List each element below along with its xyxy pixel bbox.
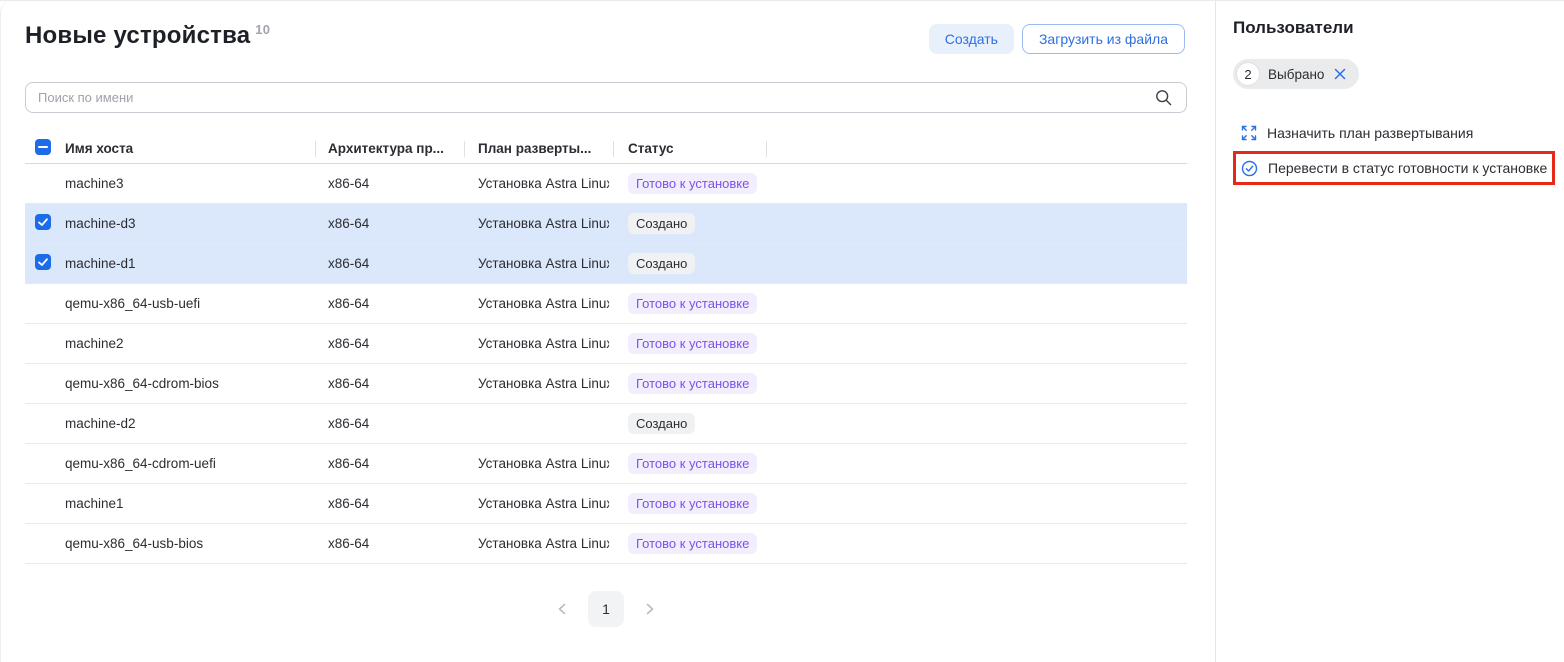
deployment-plan-value: Установка Astra Linux: [478, 336, 609, 351]
action-set-ready-status[interactable]: Перевести в статус готовности к установк…: [1236, 156, 1547, 180]
header-buttons: Создать Загрузить из файла: [929, 24, 1185, 54]
upload-from-file-button[interactable]: Загрузить из файла: [1022, 24, 1185, 54]
device-count-badge: 10: [255, 22, 270, 37]
sidebar-title: Пользователи: [1233, 18, 1564, 38]
status-badge: Готово к установке: [628, 493, 757, 514]
action-label: Перевести в статус готовности к установк…: [1268, 160, 1547, 176]
page-header: Новые устройства 10 Создать Загрузить из …: [25, 22, 1185, 54]
table-row[interactable]: machine1 x86-64 Установка Astra Linux Го…: [25, 483, 1187, 523]
host-name: qemu-x86_64-cdrom-bios: [65, 376, 219, 391]
host-name: qemu-x86_64-usb-uefi: [65, 296, 200, 311]
status-badge: Готово к установке: [628, 293, 757, 314]
search-icon: [1155, 89, 1172, 106]
selected-label: Выбрано: [1268, 67, 1324, 82]
chevron-right-icon: [641, 601, 657, 617]
deployment-plan-value: Установка Astra Linux: [478, 296, 609, 311]
create-button[interactable]: Создать: [929, 24, 1014, 54]
host-name: machine1: [65, 496, 124, 511]
architecture-value: x86-64: [315, 163, 464, 203]
deployment-plan-value: Установка Astra Linux: [478, 496, 609, 511]
row-checkbox[interactable]: [35, 214, 51, 230]
row-checkbox[interactable]: [35, 254, 51, 270]
status-badge: Создано: [628, 253, 695, 274]
deployment-plan-value: Установка Astra Linux: [478, 536, 609, 551]
checkmark-icon: [35, 254, 51, 270]
action-label: Назначить план развертывания: [1267, 125, 1473, 141]
host-name: machine3: [65, 176, 124, 191]
status-badge: Готово к установке: [628, 533, 757, 554]
column-header-hostname[interactable]: Имя хоста: [65, 135, 315, 163]
users-sidebar: Пользователи 2 Выбрано Назначить план ра…: [1216, 1, 1564, 662]
column-header-deployment-plan[interactable]: План разверты...: [464, 135, 613, 163]
selected-chip[interactable]: 2 Выбрано: [1233, 59, 1359, 89]
annotation-highlight: Перевести в статус готовности к установк…: [1233, 151, 1555, 185]
architecture-value: x86-64: [315, 203, 464, 243]
status-badge: Создано: [628, 213, 695, 234]
status-badge: Готово к установке: [628, 373, 757, 394]
architecture-value: x86-64: [315, 523, 464, 563]
architecture-value: x86-64: [315, 323, 464, 363]
host-name: machine-d2: [65, 416, 136, 431]
chevron-left-icon: [555, 601, 571, 617]
checkmark-icon: [35, 214, 51, 230]
table-row[interactable]: qemu-x86_64-cdrom-uefi x86-64 Установка …: [25, 443, 1187, 483]
devices-table: Имя хоста Архитектура пр... План разверт…: [25, 135, 1187, 564]
architecture-value: x86-64: [315, 283, 464, 323]
devices-panel: Новые устройства 10 Создать Загрузить из …: [0, 1, 1216, 662]
table-row[interactable]: qemu-x86_64-usb-uefi x86-64 Установка As…: [25, 283, 1187, 323]
status-badge: Готово к установке: [628, 453, 757, 474]
architecture-value: x86-64: [315, 403, 464, 443]
table-row[interactable]: qemu-x86_64-usb-bios x86-64 Установка As…: [25, 523, 1187, 563]
prev-page-button[interactable]: [551, 597, 575, 621]
action-assign-deployment-plan[interactable]: Назначить план развертывания: [1233, 121, 1564, 145]
deployment-plan-value: Установка Astra Linux: [478, 256, 609, 271]
host-name: machine-d1: [65, 256, 136, 271]
deployment-plan-value: Установка Astra Linux: [478, 376, 609, 391]
check-circle-icon: [1241, 160, 1258, 177]
search-bar: [25, 82, 1185, 113]
search-input[interactable]: [25, 82, 1187, 113]
table-row[interactable]: machine2 x86-64 Установка Astra Linux Го…: [25, 323, 1187, 363]
next-page-button[interactable]: [637, 597, 661, 621]
page-number-button[interactable]: 1: [588, 591, 624, 627]
table-row[interactable]: qemu-x86_64-cdrom-bios x86-64 Установка …: [25, 363, 1187, 403]
architecture-value: x86-64: [315, 483, 464, 523]
deployment-plan-value: Установка Astra Linux: [478, 216, 609, 231]
column-header-architecture[interactable]: Архитектура пр...: [315, 135, 464, 163]
close-icon[interactable]: [1333, 67, 1347, 81]
selected-count: 2: [1237, 63, 1259, 85]
expand-arrows-icon: [1241, 125, 1257, 141]
page-title-text: Новые устройства: [25, 22, 250, 49]
select-all-checkbox[interactable]: [35, 139, 51, 155]
architecture-value: x86-64: [315, 443, 464, 483]
architecture-value: x86-64: [315, 243, 464, 283]
deployment-plan-value: Установка Astra Linux: [478, 176, 609, 191]
bulk-actions: Назначить план развертывания Перевести в…: [1233, 121, 1564, 185]
table-row[interactable]: machine-d2 x86-64 Создано: [25, 403, 1187, 443]
status-badge: Готово к установке: [628, 333, 757, 354]
indeterminate-minus-icon: [35, 139, 51, 155]
host-name: qemu-x86_64-cdrom-uefi: [65, 456, 216, 471]
column-header-extra: [766, 135, 1187, 163]
table-row[interactable]: machine-d3 x86-64 Установка Astra Linux …: [25, 203, 1187, 243]
status-badge: Готово к установке: [628, 173, 757, 194]
column-header-status[interactable]: Статус: [613, 135, 766, 163]
page-title: Новые устройства 10: [25, 22, 270, 50]
deployment-plan-value: Установка Astra Linux: [478, 456, 609, 471]
table-header-row: Имя хоста Архитектура пр... План разверт…: [25, 135, 1187, 163]
pagination: 1: [25, 591, 1187, 627]
table-row[interactable]: machine-d1 x86-64 Установка Astra Linux …: [25, 243, 1187, 283]
architecture-value: x86-64: [315, 363, 464, 403]
app-window: Новые устройства 10 Создать Загрузить из …: [0, 0, 1564, 662]
table-row[interactable]: machine3 x86-64 Установка Astra Linux Го…: [25, 163, 1187, 203]
host-name: machine-d3: [65, 216, 136, 231]
host-name: qemu-x86_64-usb-bios: [65, 536, 203, 551]
status-badge: Создано: [628, 413, 695, 434]
host-name: machine2: [65, 336, 124, 351]
